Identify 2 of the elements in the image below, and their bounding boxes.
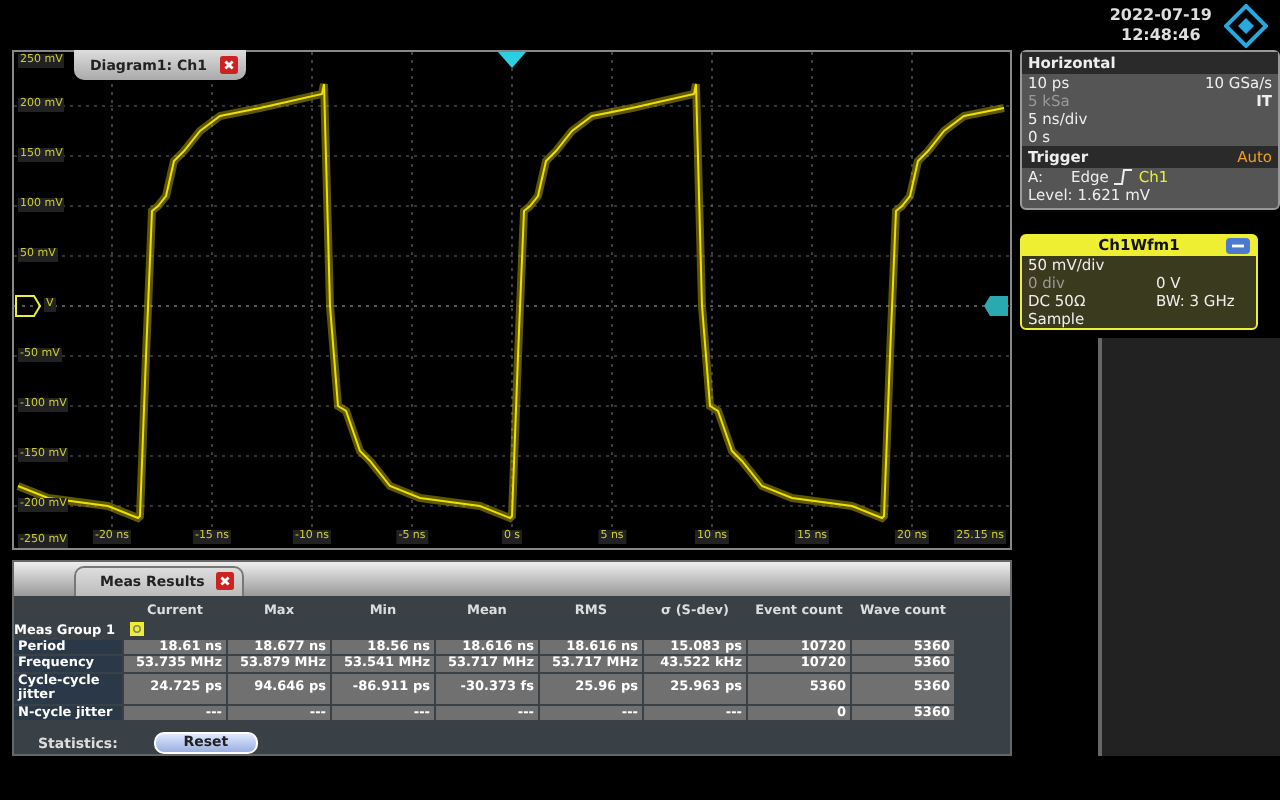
time-text: 12:48:46 [1121, 25, 1201, 45]
date-text: 2022-07-19 [1109, 5, 1212, 25]
